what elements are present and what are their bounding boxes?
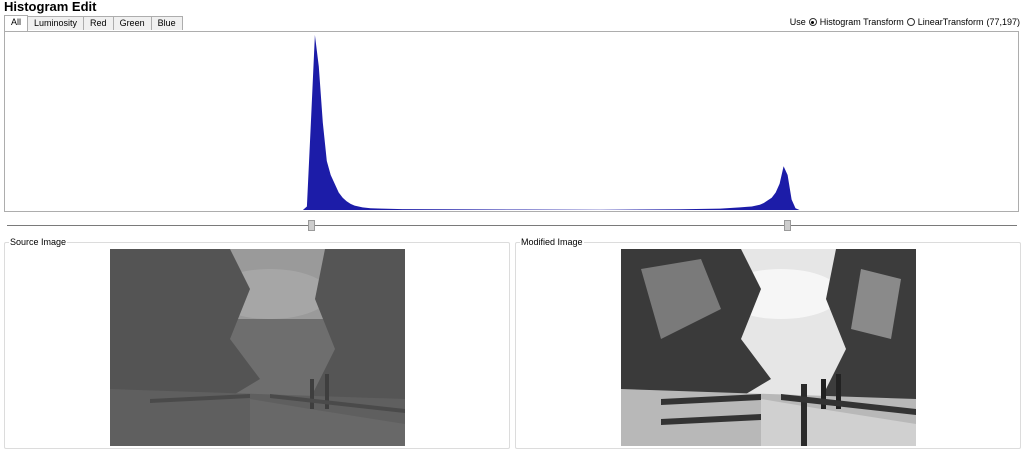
source-image-label: Source Image — [9, 237, 68, 248]
tab-all[interactable]: All — [4, 15, 29, 31]
transform-options: Use Histogram Transform LinearTransform … — [790, 17, 1020, 27]
modified-image-panel: Modified Image — [515, 237, 1021, 449]
use-label: Use — [789, 17, 806, 27]
modified-image-label: Modified Image — [520, 237, 584, 248]
histogram-chart — [4, 31, 1019, 212]
histogram-transform-label[interactable]: Histogram Transform — [820, 17, 904, 27]
linear-transform-radio[interactable] — [906, 18, 915, 26]
tab-green[interactable]: Green — [112, 16, 152, 30]
linear-transform-label[interactable]: LinearTransform — [918, 17, 984, 27]
range-slider-track[interactable] — [7, 225, 1017, 226]
tab-blue[interactable]: Blue — [150, 16, 183, 30]
tab-luminosity[interactable]: Luminosity — [27, 16, 85, 30]
channel-tabs: All Luminosity Red Green Blue — [4, 15, 183, 31]
slider-high-thumb[interactable] — [783, 220, 791, 231]
range-readout: (77,197) — [986, 17, 1020, 27]
slider-low-thumb[interactable] — [308, 220, 316, 231]
tab-red[interactable]: Red — [83, 16, 114, 30]
source-image — [110, 249, 405, 446]
histogram-svg — [302, 35, 800, 210]
histogram-area — [302, 35, 800, 210]
histogram-transform-radio[interactable] — [808, 18, 817, 26]
page-title: Histogram Edit — [4, 0, 97, 14]
modified-image — [621, 249, 916, 446]
source-image-panel: Source Image — [4, 237, 510, 449]
